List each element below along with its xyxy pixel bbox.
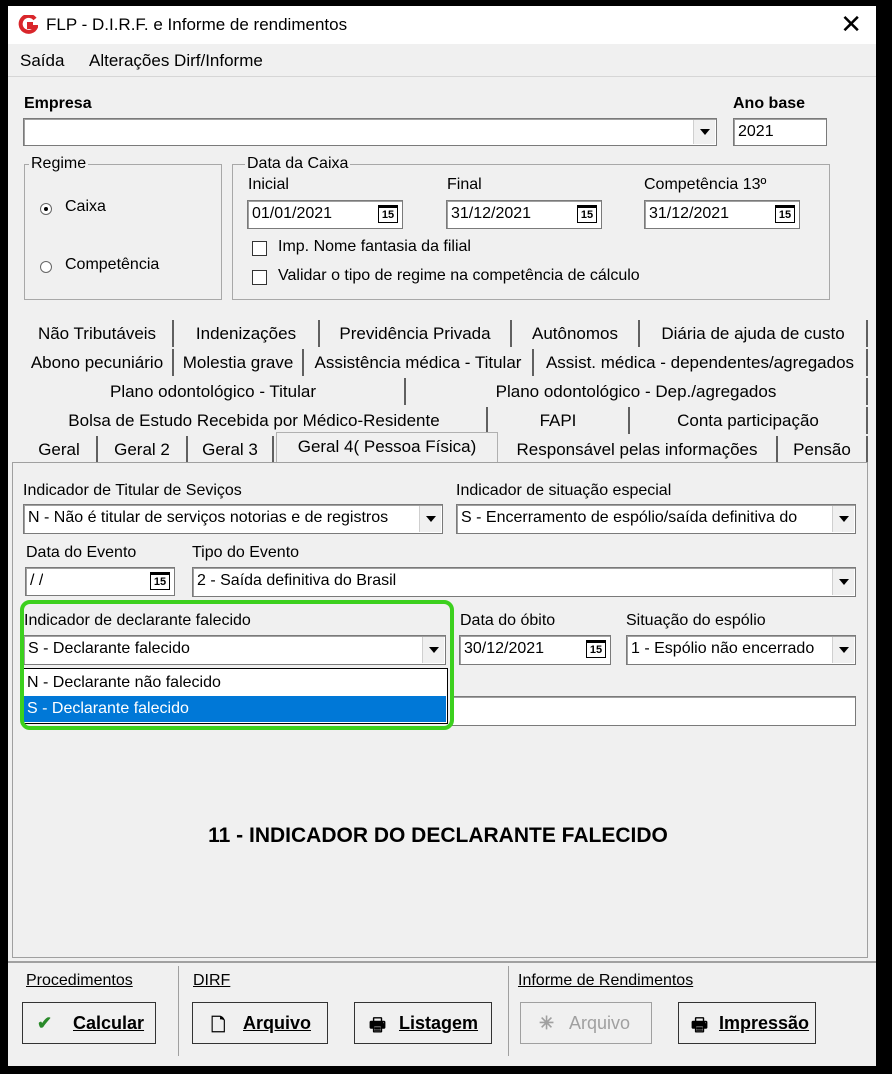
- radio-caixa-label: Caixa: [65, 198, 106, 215]
- tab-nao-tributaveis[interactable]: Não Tributáveis: [22, 320, 174, 347]
- inicial-date-input[interactable]: 01/01/2021 15: [247, 200, 403, 229]
- espolio-label: Situação do espólio: [626, 612, 766, 629]
- check-icon: ✔: [37, 1013, 53, 1033]
- tab-bolsa-estudo[interactable]: Bolsa de Estudo Recebida por Médico-Resi…: [22, 407, 488, 434]
- menu-bar: Saída Alterações Dirf/Informe: [8, 46, 876, 77]
- ano-base-input[interactable]: 2021: [733, 118, 827, 146]
- tab-responsavel-informacoes[interactable]: Responsável pelas informações: [498, 436, 778, 463]
- calendar-icon[interactable]: 15: [775, 205, 795, 223]
- data-evento-label: Data do Evento: [26, 544, 137, 561]
- tab-geral-3[interactable]: Geral 3: [188, 436, 274, 463]
- informe-label: Informe de Rendimentos: [518, 972, 694, 989]
- app-logo-icon: [18, 15, 38, 34]
- menu-saida[interactable]: Saída: [20, 51, 64, 71]
- radio-caixa[interactable]: [40, 203, 52, 215]
- close-icon[interactable]: ✕: [840, 10, 862, 38]
- chevron-down-icon[interactable]: [419, 506, 441, 532]
- titular-select[interactable]: N - Não é titular de serviços notorias e…: [23, 504, 443, 534]
- tab-fapi[interactable]: FAPI: [488, 407, 630, 434]
- instruction-caption: 11 - INDICADOR DO DECLARANTE FALECIDO: [208, 824, 668, 847]
- calendar-icon[interactable]: 15: [586, 640, 606, 658]
- situacao-especial-select[interactable]: S - Encerramento de espólio/saída defini…: [456, 504, 856, 534]
- empresa-select[interactable]: [23, 118, 717, 146]
- espolio-select[interactable]: 1 - Espólio não encerrado: [626, 635, 856, 665]
- footer-separator: [178, 966, 179, 1056]
- tipo-evento-select[interactable]: 2 - Saída definitiva do Brasil: [192, 567, 856, 597]
- tab-diaria-ajuda-custo[interactable]: Diária de ajuda de custo: [640, 320, 868, 347]
- data-evento-input[interactable]: / / 15: [25, 567, 175, 596]
- checkbox-nome-fantasia[interactable]: [252, 241, 267, 256]
- inicial-label: Inicial: [248, 176, 289, 193]
- tab-previdencia-privada[interactable]: Previdência Privada: [320, 320, 512, 347]
- tipo-evento-label: Tipo do Evento: [192, 544, 300, 561]
- checkbox-validar-regime[interactable]: [252, 270, 267, 285]
- situacao-especial-label: Indicador de situação especial: [456, 482, 672, 499]
- tab-geral-2[interactable]: Geral 2: [98, 436, 188, 463]
- radio-competencia[interactable]: [40, 261, 52, 273]
- window-title: FLP - D.I.R.F. e Informe de rendimentos: [46, 15, 348, 34]
- tab-abono-pecuniario[interactable]: Abono pecuniário: [22, 349, 174, 376]
- tab-autonomos[interactable]: Autônomos: [512, 320, 640, 347]
- tab-plano-odonto-titular[interactable]: Plano odontológico - Titular: [22, 378, 406, 405]
- listagem-button[interactable]: 🖶 Listagem: [354, 1002, 492, 1044]
- tab-geral-4-pessoa-fisica[interactable]: Geral 4( Pessoa Física): [276, 432, 498, 463]
- tab-pensao[interactable]: Pensão: [778, 436, 868, 463]
- comp13-date-input[interactable]: 31/12/2021 15: [644, 200, 800, 229]
- new-file-icon: 🗋: [211, 1015, 226, 1035]
- final-label: Final: [447, 176, 482, 193]
- tab-molestia-grave[interactable]: Molestia grave: [174, 349, 304, 376]
- tab-geral[interactable]: Geral: [22, 436, 98, 463]
- checkbox-nome-fantasia-label: Imp. Nome fantasia da filial: [278, 238, 471, 255]
- calendar-icon[interactable]: 15: [577, 205, 597, 223]
- data-obito-input[interactable]: 30/12/2021 15: [459, 635, 611, 665]
- comp13-label: Competência 13º: [644, 176, 767, 193]
- tab-indenizacoes[interactable]: Indenizações: [174, 320, 320, 347]
- calcular-button[interactable]: ✔ Calcular: [22, 1002, 156, 1044]
- chevron-down-icon[interactable]: [832, 637, 854, 663]
- final-date-input[interactable]: 31/12/2021 15: [446, 200, 602, 229]
- report-icon: 🖶: [369, 1015, 386, 1035]
- tab-assistencia-medica-titular[interactable]: Assistência médica - Titular: [304, 349, 534, 376]
- footer-divider: [8, 961, 876, 963]
- ano-base-label: Ano base: [733, 95, 806, 112]
- regime-title: Regime: [29, 155, 89, 173]
- radio-competencia-label: Competência: [65, 256, 160, 273]
- procedimentos-label: Procedimentos: [26, 972, 133, 989]
- print-icon: 🖶: [691, 1015, 708, 1035]
- chevron-down-icon[interactable]: [832, 569, 854, 595]
- footer-separator: [508, 966, 509, 1056]
- arquivo-informe-button[interactable]: ✳ Arquivo: [520, 1002, 652, 1044]
- data-caixa-title: Data da Caixa: [245, 155, 351, 173]
- main-window: FLP - D.I.R.F. e Informe de rendimentos …: [8, 6, 876, 1066]
- impressao-button[interactable]: 🖶 Impressão: [678, 1002, 816, 1044]
- calendar-icon[interactable]: 15: [150, 572, 170, 590]
- title-bar: FLP - D.I.R.F. e Informe de rendimentos …: [8, 6, 876, 44]
- calendar-icon[interactable]: 15: [378, 205, 398, 223]
- disabled-file-icon: ✳: [539, 1013, 555, 1033]
- titular-label: Indicador de Titular de Seviços: [23, 482, 242, 499]
- menu-alteracoes[interactable]: Alterações Dirf/Informe: [89, 51, 263, 71]
- empresa-label: Empresa: [24, 95, 92, 112]
- checkbox-validar-regime-label: Validar o tipo de regime na competência …: [278, 267, 640, 284]
- hidden-field-behind-list[interactable]: [450, 696, 856, 726]
- tab-assist-medica-dependentes[interactable]: Assist. médica - dependentes/agregados: [534, 349, 868, 376]
- regime-group: Regime Caixa Competência: [24, 155, 222, 300]
- data-obito-label: Data do óbito: [460, 612, 556, 629]
- tab-plano-odonto-dependentes[interactable]: Plano odontológico - Dep./agregados: [406, 378, 868, 405]
- tab-conta-participacao[interactable]: Conta participação: [630, 407, 868, 434]
- arquivo-dirf-button[interactable]: 🗋 Arquivo: [192, 1002, 328, 1044]
- highlight-frame: [20, 600, 454, 730]
- dirf-label: DIRF: [193, 972, 231, 989]
- chevron-down-icon[interactable]: [832, 506, 854, 532]
- chevron-down-icon[interactable]: [693, 120, 715, 144]
